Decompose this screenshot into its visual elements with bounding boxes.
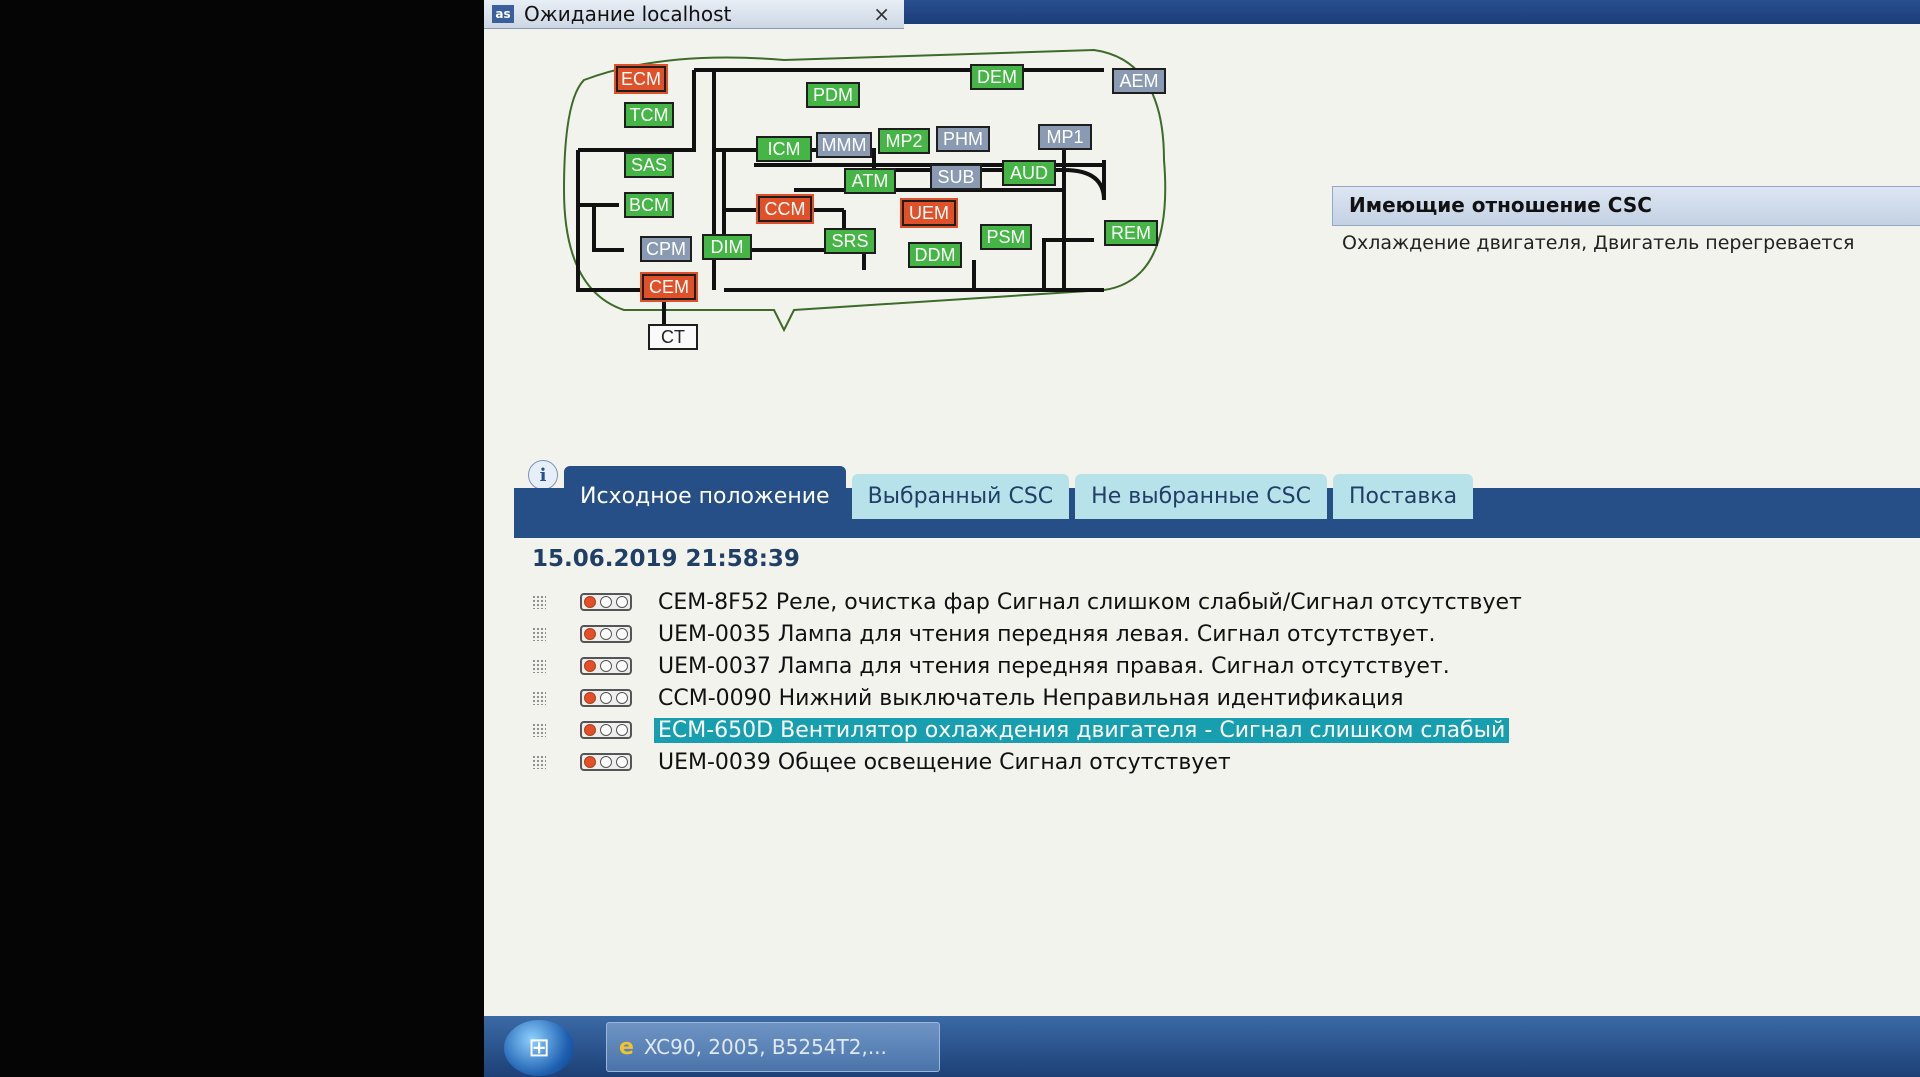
- drag-handle-icon[interactable]: [532, 627, 546, 641]
- dtc-text: UEM-0037 Лампа для чтения передняя права…: [658, 653, 1450, 679]
- window-tab[interactable]: as Ожидание localhost ×: [484, 0, 904, 29]
- node-aud[interactable]: AUD: [1002, 160, 1056, 186]
- tab-delivery[interactable]: Поставка: [1332, 474, 1474, 519]
- node-mp1[interactable]: MP1: [1038, 124, 1092, 150]
- node-cem[interactable]: CEM: [640, 272, 698, 302]
- list-item[interactable]: UEM-0035 Лампа для чтения передняя левая…: [532, 618, 1912, 650]
- topology-wiring: [562, 48, 1167, 333]
- taskbar-item-label: XC90, 2005, B5254T2,...: [643, 1035, 887, 1059]
- status-lamps-icon: [580, 721, 632, 739]
- list-item[interactable]: CCM-0090 Нижний выключатель Неправильная…: [532, 682, 1912, 714]
- node-sas[interactable]: SAS: [624, 152, 674, 178]
- node-tcm[interactable]: TCM: [624, 102, 674, 128]
- dtc-text: UEM-0039 Общее освещение Сигнал отсутств…: [658, 749, 1231, 775]
- node-sub[interactable]: SUB: [930, 164, 982, 190]
- readout-timestamp: 15.06.2019 21:58:39: [532, 546, 800, 572]
- node-rem[interactable]: REM: [1104, 220, 1158, 246]
- status-lamps-icon: [580, 689, 632, 707]
- tab-unselected-csc[interactable]: Не выбранные CSC: [1075, 474, 1327, 519]
- node-phm[interactable]: PHM: [936, 126, 990, 152]
- node-dim[interactable]: DIM: [702, 234, 752, 260]
- node-mmm[interactable]: MMM: [816, 132, 872, 158]
- node-ddm[interactable]: DDM: [908, 242, 962, 268]
- dtc-list: CEM-8F52 Реле, очистка фар Сигнал слишко…: [532, 586, 1912, 778]
- status-lamps-icon: [580, 625, 632, 643]
- list-item-selected[interactable]: ECM-650D Вентилятор охлаждения двигателя…: [532, 714, 1912, 746]
- node-pdm[interactable]: PDM: [806, 82, 860, 108]
- dtc-text: CCM-0090 Нижний выключатель Неправильная…: [658, 685, 1404, 711]
- dtc-text: UEM-0035 Лампа для чтения передняя левая…: [658, 621, 1436, 647]
- node-ecm[interactable]: ECM: [614, 64, 668, 94]
- node-ct[interactable]: CT: [648, 324, 698, 350]
- related-csc-heading: Имеющие отношение CSC: [1332, 186, 1920, 226]
- internet-explorer-icon: e: [619, 1034, 634, 1060]
- node-cpm[interactable]: CPM: [640, 236, 692, 262]
- status-lamps-icon: [580, 753, 632, 771]
- tab-selected-csc[interactable]: Выбранный CSC: [851, 474, 1070, 519]
- node-atm[interactable]: ATM: [844, 168, 896, 194]
- node-psm[interactable]: PSM: [980, 224, 1032, 250]
- node-bcm[interactable]: BCM: [624, 192, 674, 218]
- taskbar: ⊞ e XC90, 2005, B5254T2,...: [484, 1016, 1920, 1077]
- related-csc-panel: Имеющие отношение CSC Охлаждение двигате…: [1332, 186, 1920, 266]
- close-icon[interactable]: ×: [873, 2, 890, 26]
- dtc-text: ECM-650D Вентилятор охлаждения двигателя…: [652, 716, 1511, 744]
- tab-initial-position[interactable]: Исходное положение: [564, 466, 846, 519]
- screen: as Ожидание localhost × ECM TCM SAS BCM …: [484, 0, 1920, 1077]
- node-srs[interactable]: SRS: [824, 228, 876, 254]
- drag-handle-icon[interactable]: [532, 691, 546, 705]
- list-item[interactable]: UEM-0039 Общее освещение Сигнал отсутств…: [532, 746, 1912, 778]
- node-ccm[interactable]: CCM: [756, 194, 814, 224]
- status-lamps-icon: [580, 593, 632, 611]
- node-icm[interactable]: ICM: [756, 136, 812, 162]
- related-csc-text: Охлаждение двигателя, Двигатель перегрев…: [1342, 232, 1855, 254]
- tab-bar: Исходное положение Выбранный CSC Не выбр…: [514, 466, 1920, 538]
- list-item[interactable]: UEM-0037 Лампа для чтения передняя права…: [532, 650, 1912, 682]
- drag-handle-icon[interactable]: [532, 595, 546, 609]
- info-icon[interactable]: i: [528, 460, 558, 490]
- window-title: Ожидание localhost: [524, 2, 732, 26]
- taskbar-item-browser[interactable]: e XC90, 2005, B5254T2,...: [606, 1022, 940, 1072]
- node-dem[interactable]: DEM: [970, 64, 1024, 90]
- drag-handle-icon[interactable]: [532, 723, 546, 737]
- node-uem[interactable]: UEM: [900, 198, 958, 228]
- node-mp2[interactable]: MP2: [878, 128, 930, 154]
- status-lamps-icon: [580, 657, 632, 675]
- drag-handle-icon[interactable]: [532, 755, 546, 769]
- node-aem[interactable]: AEM: [1112, 68, 1166, 94]
- app-icon: as: [492, 5, 514, 23]
- list-item[interactable]: CEM-8F52 Реле, очистка фар Сигнал слишко…: [532, 586, 1912, 618]
- network-topology-diagram: ECM TCM SAS BCM CPM DIM CEM CT PDM DEM A…: [544, 40, 1344, 430]
- drag-handle-icon[interactable]: [532, 659, 546, 673]
- dtc-text: CEM-8F52 Реле, очистка фар Сигнал слишко…: [658, 589, 1522, 615]
- windows-start-icon[interactable]: ⊞: [504, 1020, 574, 1076]
